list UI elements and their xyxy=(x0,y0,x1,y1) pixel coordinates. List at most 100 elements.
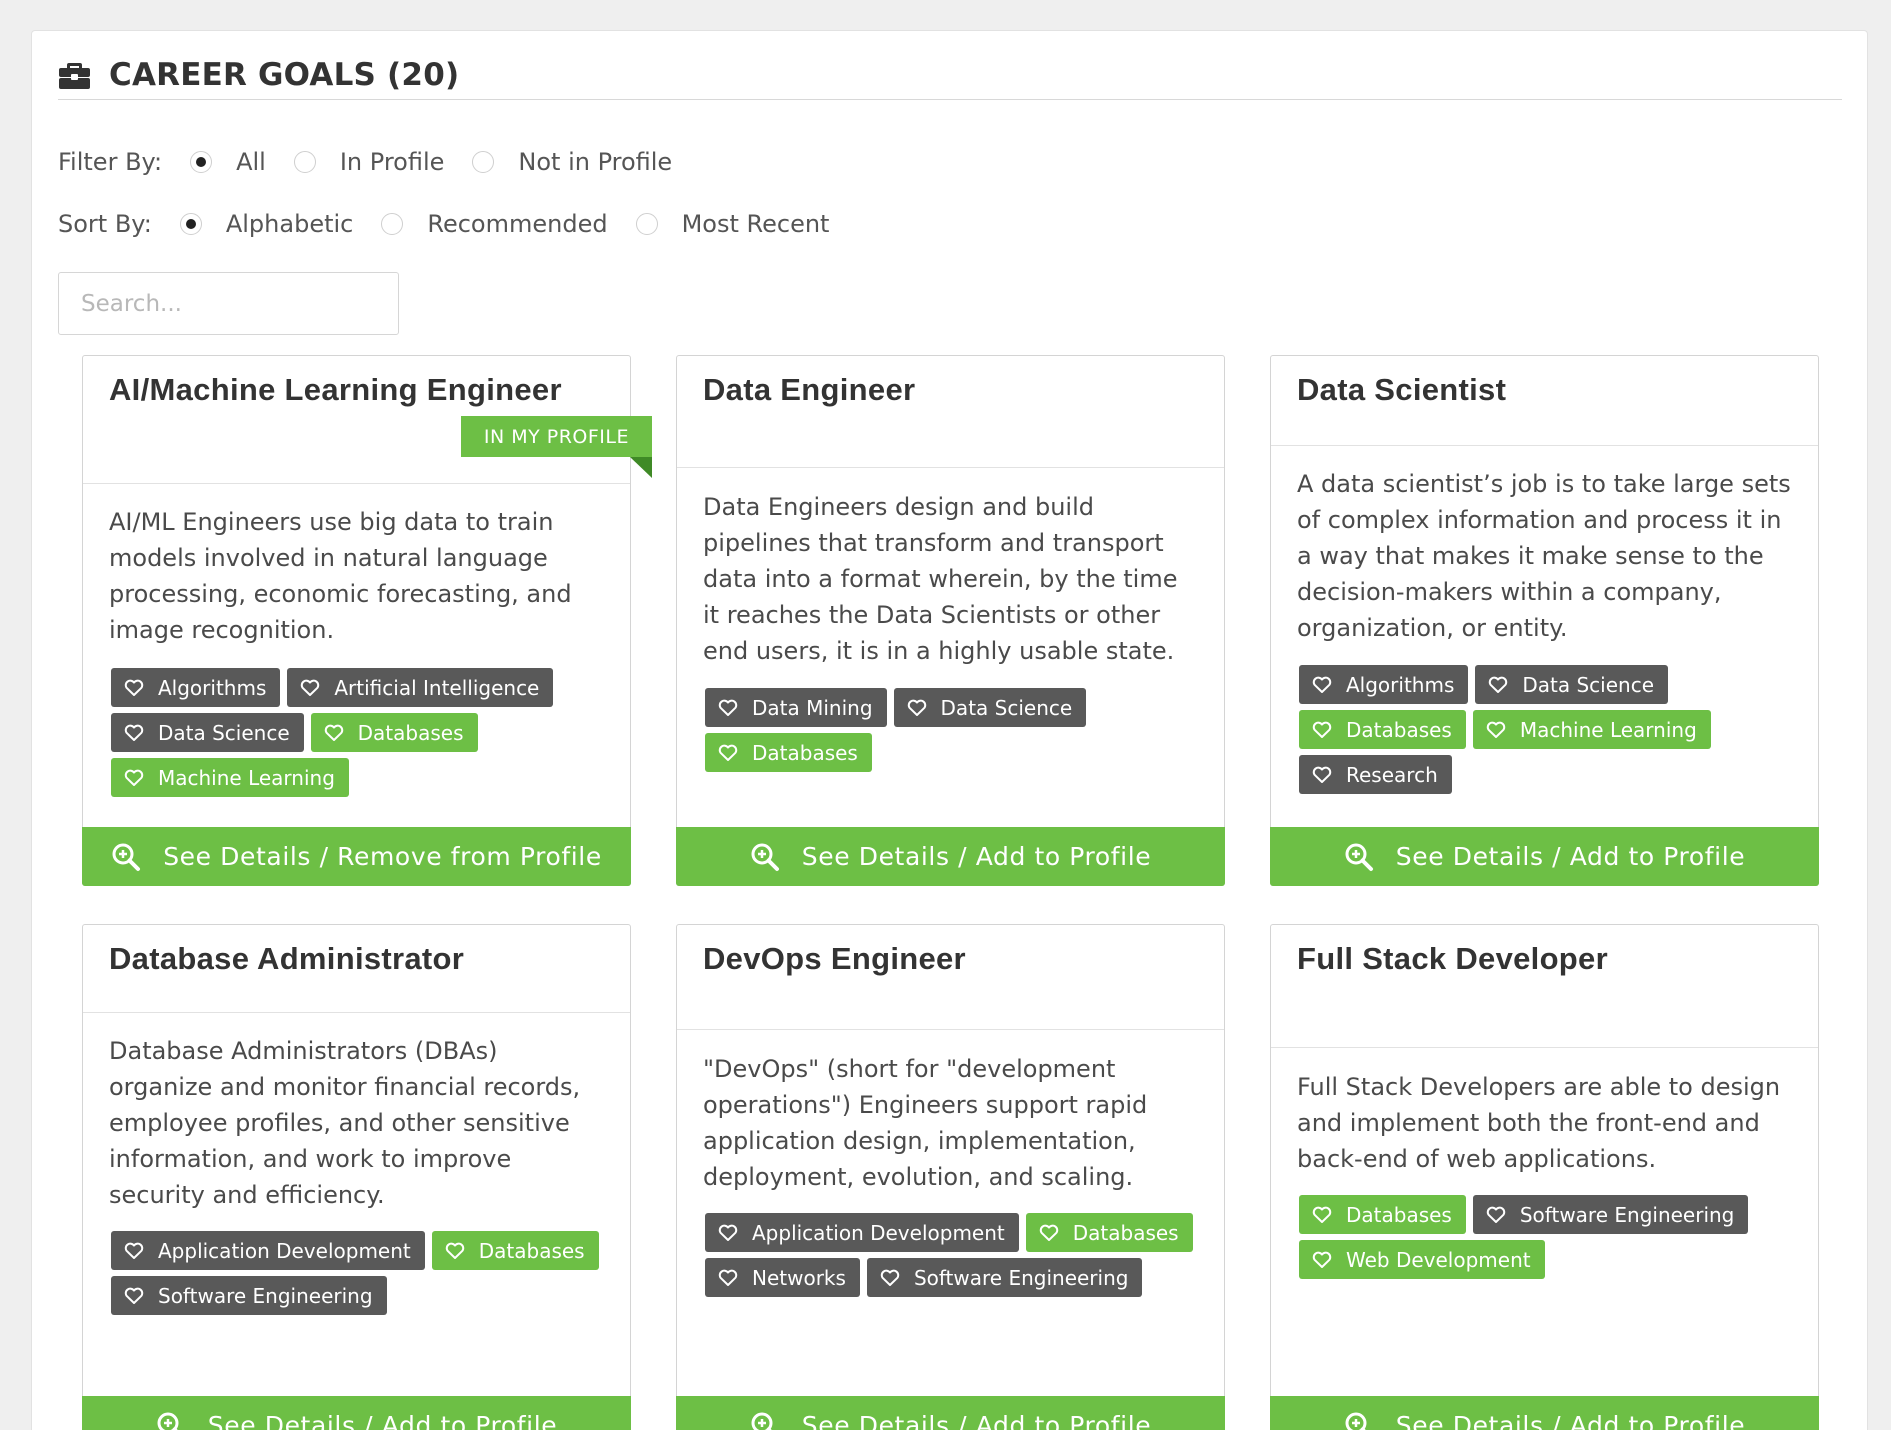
see-details-remove-button[interactable]: See Details / Remove from Profile xyxy=(82,827,631,886)
heart-icon xyxy=(124,1287,144,1304)
skill-tag[interactable]: Databases xyxy=(431,1231,599,1270)
zoom-in-icon xyxy=(157,1412,179,1430)
filter-option-all[interactable]: All xyxy=(190,148,266,176)
tag-label: Application Development xyxy=(158,1238,411,1263)
heart-icon xyxy=(1312,1251,1332,1268)
tag-label: Networks xyxy=(752,1265,846,1290)
see-details-add-button[interactable]: See Details / Add to Profile xyxy=(676,1396,1225,1430)
tag-label: Databases xyxy=(357,720,464,745)
skill-tag[interactable]: Data Mining xyxy=(705,688,887,727)
tag-label: Algorithms xyxy=(158,675,267,700)
sort-option-alphabetic[interactable]: Alphabetic xyxy=(179,210,353,238)
skill-tag[interactable]: Databases xyxy=(1025,1213,1193,1252)
radio-button[interactable] xyxy=(472,151,495,173)
skill-tag[interactable]: Data Science xyxy=(1475,665,1669,704)
heart-icon xyxy=(1489,676,1508,693)
skill-tag[interactable]: Databases xyxy=(1299,1195,1466,1234)
tag-label: Databases xyxy=(1346,717,1452,742)
sort-option-label: Recommended xyxy=(427,210,608,238)
button-label: See Details / Add to Profile xyxy=(801,1411,1152,1430)
tag-list: Algorithms Artificial Intelligence Data … xyxy=(111,668,610,797)
card-description: Database Administrators (DBAs) organize … xyxy=(109,1037,581,1209)
tag-list: Data Mining Data Science Databases xyxy=(705,688,1204,772)
skill-tag[interactable]: Data Science xyxy=(111,713,304,752)
skill-tag[interactable]: Application Development xyxy=(705,1213,1019,1252)
card-title: AI/Machine Learning Engineer xyxy=(109,372,562,407)
sort-option-most-recent[interactable]: Most Recent xyxy=(635,210,829,238)
skill-tag[interactable]: Databases xyxy=(1299,710,1466,749)
tag-label: Databases xyxy=(1346,1202,1452,1227)
skill-tag[interactable]: Algorithms xyxy=(111,668,281,707)
sort-option-recommended[interactable]: Recommended xyxy=(381,210,608,238)
filter-option-label: Not in Profile xyxy=(518,148,673,176)
heart-icon xyxy=(1039,1224,1058,1241)
card-title: Database Administrator xyxy=(109,941,465,976)
skill-tag[interactable]: Research xyxy=(1299,755,1452,794)
card-title: Full Stack Developer xyxy=(1297,941,1608,976)
skill-tag[interactable]: Databases xyxy=(705,733,872,772)
tag-label: Software Engineering xyxy=(158,1283,373,1308)
skill-tag[interactable]: Software Engineering xyxy=(866,1258,1143,1297)
button-label: See Details / Add to Profile xyxy=(1395,1411,1746,1430)
heart-icon xyxy=(718,699,738,716)
heart-icon xyxy=(880,1269,900,1286)
panel-header: CAREER GOALS (20) xyxy=(58,51,1842,100)
radio-button[interactable] xyxy=(190,151,213,173)
card-title: DevOps Engineer xyxy=(703,941,966,976)
badge-fold xyxy=(630,457,652,478)
tag-label: Application Development xyxy=(752,1220,1005,1245)
career-goals-panel: CAREER GOALS (20) Filter By: All In Prof… xyxy=(31,30,1868,1430)
search-input[interactable] xyxy=(58,272,399,335)
radio-button[interactable] xyxy=(179,213,202,235)
card-divider xyxy=(1271,1047,1818,1048)
radio-button[interactable] xyxy=(293,151,316,173)
filter-option-label: In Profile xyxy=(339,148,445,176)
radio-button[interactable] xyxy=(635,213,658,235)
tag-label: Data Science xyxy=(940,695,1073,720)
tag-label: Data Science xyxy=(1522,672,1655,697)
card-description: AI/ML Engineers use big data to train mo… xyxy=(109,508,572,644)
heart-icon xyxy=(1312,1206,1332,1223)
tag-label: Databases xyxy=(478,1238,585,1263)
heart-icon xyxy=(324,724,343,741)
skill-tag[interactable]: Software Engineering xyxy=(111,1276,387,1315)
skill-tag[interactable]: Machine Learning xyxy=(1472,710,1711,749)
heart-icon xyxy=(1312,676,1332,693)
skill-tag[interactable]: Machine Learning xyxy=(111,758,349,797)
card-description: Full Stack Developers are able to design… xyxy=(1297,1073,1781,1173)
card-description: "DevOps" (short for "development operati… xyxy=(703,1055,1148,1191)
see-details-add-button[interactable]: See Details / Add to Profile xyxy=(676,827,1225,886)
filter-option-in-profile[interactable]: In Profile xyxy=(293,148,445,176)
card-divider xyxy=(83,483,630,484)
skill-tag[interactable]: Data Science xyxy=(893,688,1087,727)
filter-option-label: All xyxy=(236,148,266,176)
tag-list: Databases Software Engineering Web Devel… xyxy=(1299,1195,1798,1279)
filter-option-not-in-profile[interactable]: Not in Profile xyxy=(472,148,672,176)
skill-tag[interactable]: Networks xyxy=(705,1258,860,1297)
heart-icon xyxy=(124,1242,144,1259)
sort-row: Sort By: Alphabetic Recommended Most Rec… xyxy=(58,204,857,244)
heart-icon xyxy=(1312,721,1332,738)
button-label: See Details / Add to Profile xyxy=(207,1411,558,1430)
radio-button[interactable] xyxy=(381,213,404,235)
skill-tag[interactable]: Databases xyxy=(310,713,478,752)
heart-icon xyxy=(907,699,926,716)
skill-tag[interactable]: Web Development xyxy=(1299,1240,1545,1279)
tag-label: Machine Learning xyxy=(1519,717,1697,742)
zoom-in-icon xyxy=(1345,1412,1367,1430)
skill-tag[interactable]: Artificial Intelligence xyxy=(287,668,554,707)
skill-tag[interactable]: Application Development xyxy=(111,1231,425,1270)
career-card: AI/Machine Learning Engineer IN MY PROFI… xyxy=(82,355,652,886)
zoom-in-icon xyxy=(751,1412,773,1430)
heart-icon xyxy=(718,744,738,761)
career-card: Data Scientist A data scientist’s job is… xyxy=(1270,355,1819,886)
heart-icon xyxy=(301,679,320,696)
see-details-add-button[interactable]: See Details / Add to Profile xyxy=(82,1396,631,1430)
tag-label: Artificial Intelligence xyxy=(334,675,540,700)
heart-icon xyxy=(124,679,144,696)
skill-tag[interactable]: Software Engineering xyxy=(1472,1195,1749,1234)
skill-tag[interactable]: Algorithms xyxy=(1299,665,1469,704)
see-details-add-button[interactable]: See Details / Add to Profile xyxy=(1270,1396,1819,1430)
career-card: Full Stack Developer Full Stack Develope… xyxy=(1270,924,1819,1430)
see-details-add-button[interactable]: See Details / Add to Profile xyxy=(1270,827,1819,886)
